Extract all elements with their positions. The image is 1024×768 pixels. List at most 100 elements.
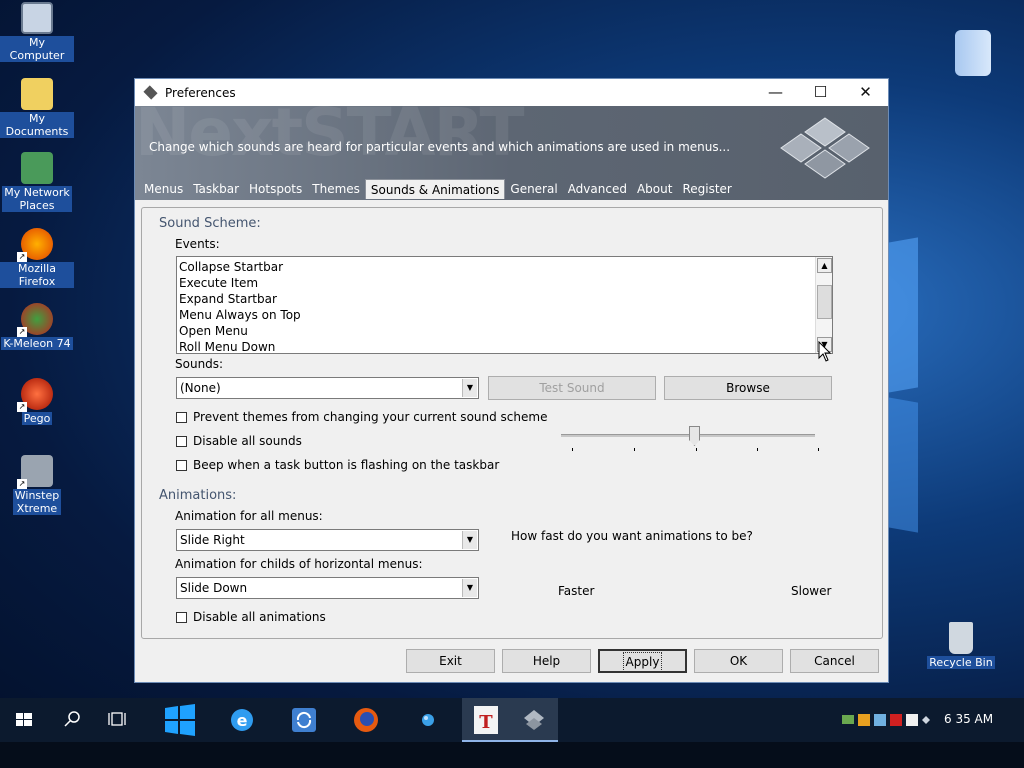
nextstart-app-icon [143, 85, 159, 101]
taskbar-internet-explorer[interactable]: e [218, 698, 266, 742]
scroll-up-icon[interactable]: ▲ [817, 258, 832, 273]
checkbox-box[interactable] [176, 411, 187, 423]
browse-button[interactable]: Browse [664, 376, 832, 400]
pego-icon: ↗ [17, 378, 53, 412]
window-title: Preferences [165, 85, 236, 100]
nextstart-logo-icon [780, 117, 870, 179]
all-menus-combo[interactable]: Slide Right ▼ [176, 529, 479, 551]
sounds-label: Sounds: [175, 357, 224, 371]
speed-question: How fast do you want animations to be? [511, 529, 753, 543]
desktop-icon-mozilla-firefox[interactable]: ↗ Mozilla Firefox [0, 228, 74, 288]
ok-button[interactable]: OK [694, 649, 783, 673]
events-scrollbar[interactable]: ▲ ▼ [815, 257, 832, 353]
apply-button[interactable]: Apply [598, 649, 687, 673]
desktop-icon-label: Pego [21, 412, 53, 425]
exit-button[interactable]: Exit [406, 649, 495, 673]
minimize-button[interactable]: — [753, 79, 798, 106]
chevron-down-icon[interactable]: ▼ [462, 531, 477, 549]
clock[interactable]: 6 35 AM [944, 712, 993, 726]
taskbar-sync-app[interactable] [280, 698, 328, 742]
scroll-thumb[interactable] [817, 285, 832, 319]
close-button[interactable]: ✕ [843, 79, 888, 106]
tab-register[interactable]: Register [677, 179, 736, 199]
list-item[interactable]: Execute Item [179, 275, 301, 291]
checkbox-box[interactable] [176, 459, 187, 471]
animations-heading: Animations: [159, 488, 237, 503]
desktop-icon-k-meleon[interactable]: ↗ K-Meleon 74 [0, 303, 74, 350]
checkbox-box[interactable] [176, 611, 187, 623]
desktop-icon-files[interactable] [936, 30, 1010, 78]
chevron-down-icon[interactable]: ▼ [462, 579, 477, 597]
checkbox-label: Disable all animations [193, 610, 326, 624]
desktop-icon-pego[interactable]: ↗ Pego [0, 378, 74, 425]
desktop-icon-my-network-places[interactable]: My Network Places [0, 152, 74, 212]
help-button[interactable]: Help [502, 649, 591, 673]
taskbar-nextstart[interactable] [510, 698, 558, 742]
desktop-icon-label: Winstep Xtreme [12, 489, 62, 515]
sounds-combo-value: (None) [180, 381, 221, 395]
animation-speed-track[interactable] [561, 434, 815, 437]
tab-advanced[interactable]: Advanced [563, 179, 632, 199]
text-app-icon: T [474, 706, 498, 734]
desktop-icon-label: K-Meleon 74 [1, 337, 73, 350]
all-menus-label: Animation for all menus: [175, 509, 323, 523]
windows-logo-icon [165, 704, 195, 736]
disable-sounds-checkbox[interactable]: Disable all sounds [176, 434, 302, 448]
task-view-button[interactable] [96, 698, 144, 742]
taskbar-firefox[interactable] [342, 698, 390, 742]
preferences-window: Preferences — ☐ ✕ NextSTART Change which… [134, 78, 889, 683]
slider-tick [818, 448, 819, 451]
desktop-icon-recycle-bin[interactable]: Recycle Bin [924, 622, 998, 669]
faster-label: Faster [558, 584, 595, 598]
checkbox-label: Disable all sounds [193, 434, 302, 448]
all-menus-combo-value: Slide Right [180, 533, 245, 547]
tab-sounds-animations[interactable]: Sounds & Animations [364, 179, 506, 199]
slower-label: Slower [791, 584, 832, 598]
title-bar[interactable]: Preferences — ☐ ✕ [135, 79, 888, 106]
taskbar-text-app[interactable]: T [462, 698, 510, 742]
checkbox-box[interactable] [176, 435, 187, 447]
internet-explorer-icon: e [231, 709, 253, 731]
chevron-down-icon[interactable]: ▼ [462, 379, 477, 397]
sync-icon [292, 708, 316, 732]
taskbar-app-blue[interactable] [404, 698, 452, 742]
list-item[interactable]: Open Menu [179, 323, 301, 339]
disable-animations-checkbox[interactable]: Disable all animations [176, 610, 326, 624]
desktop-icon-my-computer[interactable]: My Computer [0, 2, 74, 62]
tab-hotspots[interactable]: Hotspots [244, 179, 307, 199]
cancel-button[interactable]: Cancel [790, 649, 879, 673]
list-item[interactable]: Menu Always on Top [179, 307, 301, 323]
tab-taskbar[interactable]: Taskbar [188, 179, 244, 199]
slider-tick [757, 448, 758, 451]
tab-about[interactable]: About [632, 179, 677, 199]
svg-text:T: T [479, 712, 493, 733]
search-button[interactable] [48, 698, 96, 742]
desktop-icon-winstep-xtreme[interactable]: ↗ Winstep Xtreme [0, 455, 74, 515]
files-icon [955, 30, 991, 76]
childs-combo[interactable]: Slide Down ▼ [176, 577, 479, 599]
test-sound-button[interactable]: Test Sound [488, 376, 656, 400]
maximize-button[interactable]: ☐ [798, 79, 843, 106]
tab-general[interactable]: General [505, 179, 562, 199]
sounds-combo[interactable]: (None) ▼ [176, 377, 479, 399]
tab-themes[interactable]: Themes [307, 179, 365, 199]
list-item[interactable]: Collapse Startbar [179, 259, 301, 275]
taskbar-windows-logo[interactable] [156, 698, 204, 742]
firefox-icon: ↗ [17, 228, 53, 262]
events-listbox[interactable]: Collapse Startbar Execute Item Expand St… [176, 256, 833, 354]
screen-bottom-strip [0, 742, 1024, 768]
header-banner: NextSTART Change which sounds are heard … [135, 106, 888, 200]
start-button[interactable] [0, 698, 48, 742]
nextstart-icon [524, 710, 544, 730]
desktop-icon-my-documents[interactable]: My Documents [0, 78, 74, 138]
slider-tick [634, 448, 635, 451]
task-view-icon [108, 712, 126, 726]
network-icon [21, 152, 53, 184]
beep-flashing-checkbox[interactable]: Beep when a task button is flashing on t… [176, 458, 499, 472]
tab-menus[interactable]: Menus [139, 179, 188, 199]
system-tray-icons[interactable] [840, 710, 930, 730]
list-item[interactable]: Roll Menu Down [179, 339, 301, 355]
list-item[interactable]: Expand Startbar [179, 291, 301, 307]
prevent-themes-checkbox[interactable]: Prevent themes from changing your curren… [176, 410, 547, 424]
desktop-icon-label: Mozilla Firefox [0, 262, 74, 288]
